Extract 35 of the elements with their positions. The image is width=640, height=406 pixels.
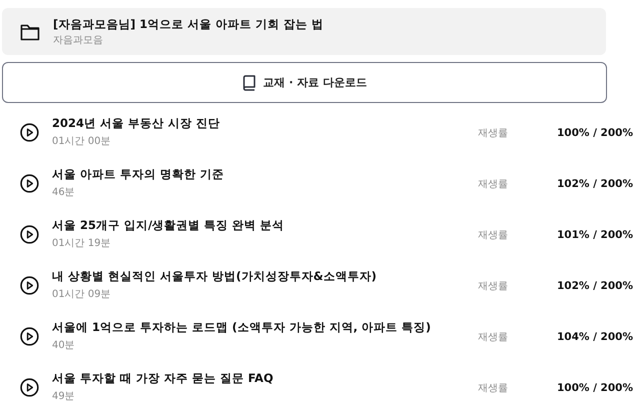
playback-rate: 102% / 200% xyxy=(556,280,633,292)
lesson-title[interactable]: 서울 투자할 때 가장 자주 묻는 질문 FAQ xyxy=(52,370,444,386)
course-title: [자음과모음님] 1억으로 서울 아파트 기회 잡는 법 xyxy=(53,16,324,32)
playback-rate: 100% / 200% xyxy=(556,126,633,138)
playback-rate-label: 재생률 xyxy=(478,228,509,242)
playback-rate-label: 재생률 xyxy=(478,280,509,292)
playback-rate-label: 재생률 xyxy=(478,178,509,190)
lesson-duration: 01시간 00분 xyxy=(52,134,112,148)
lesson-title[interactable]: 서울 25개구 입지/생활권별 특징 완벽 분석 xyxy=(52,218,444,232)
playback-rate: 102% / 200% xyxy=(556,178,633,190)
lesson-duration: 01시간 09분 xyxy=(52,288,112,300)
lesson-title[interactable]: 2024년 서울 부동산 시장 진단 xyxy=(52,116,444,130)
lesson-title[interactable]: 서울에 1억으로 투자하는 로드맵 (소액투자 가능한 지역, 아파트 특징) xyxy=(52,320,444,334)
playback-rate-label: 재생률 xyxy=(478,382,509,394)
playback-rate: 101% / 200% xyxy=(556,228,633,240)
playback-rate-label: 재생률 xyxy=(478,330,509,344)
book-icon xyxy=(242,74,256,90)
lesson-duration: 40분 xyxy=(52,338,76,352)
play-icon[interactable] xyxy=(20,123,39,142)
download-button[interactable]: 교재 · 자료 다운로드 xyxy=(2,62,607,103)
play-icon[interactable] xyxy=(20,174,39,193)
play-icon[interactable] xyxy=(20,327,39,346)
playback-rate: 104% / 200% xyxy=(556,330,633,342)
playback-rate: 100% / 200% xyxy=(556,382,633,394)
lesson-title[interactable]: 서울 아파트 투자의 명확한 기준 xyxy=(52,166,444,182)
course-author: 자음과모음 xyxy=(53,34,104,46)
play-icon[interactable] xyxy=(20,378,39,397)
lesson-title[interactable]: 내 상황별 현실적인 서울투자 방법(가치성장투자&소액투자) xyxy=(52,268,444,284)
play-icon[interactable] xyxy=(20,276,39,295)
playback-rate-label: 재생률 xyxy=(478,126,509,140)
lesson-duration: 46분 xyxy=(52,186,76,198)
folder-icon xyxy=(20,22,40,40)
lesson-duration: 01시간 19분 xyxy=(52,236,112,250)
lesson-duration: 49분 xyxy=(52,390,76,402)
play-icon[interactable] xyxy=(20,225,39,244)
